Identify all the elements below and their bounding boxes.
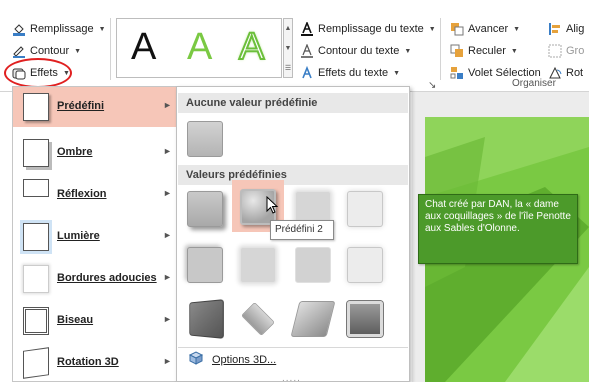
ribbon: Remplissage ▼ Contour ▼ Effets ▼ A A A ▲…	[0, 0, 589, 92]
chevron-down-icon: ▼	[74, 47, 82, 55]
chevron-right-icon: ►	[163, 230, 172, 240]
shape-fill-button[interactable]: Remplissage ▼	[12, 20, 106, 38]
menu-item-label: Prédéfini	[57, 100, 105, 112]
align-button[interactable]: Alig	[548, 20, 584, 38]
chevron-right-icon: ►	[163, 356, 172, 366]
text-outline-label: Contour du texte	[318, 45, 400, 57]
presets-heading: Valeurs prédéfinies	[178, 165, 408, 185]
preset-7-swatch[interactable]	[295, 247, 331, 283]
send-backward-label: Reculer	[468, 45, 506, 57]
chevron-right-icon: ►	[163, 314, 172, 324]
wordart-style-green[interactable]: A	[187, 23, 212, 71]
menu-item-preset[interactable]: Prédéfini ►	[13, 87, 177, 127]
preset-1-swatch[interactable]	[187, 191, 223, 227]
text-outline-icon	[300, 43, 314, 58]
preset-6-swatch[interactable]	[240, 247, 276, 283]
menu-item-reflection[interactable]: Réflexion ►	[13, 175, 177, 215]
preset-9-swatch[interactable]	[189, 299, 224, 339]
cube-icon	[188, 351, 204, 368]
text-fill-button[interactable]: Remplissage du texte ▼	[300, 20, 436, 38]
send-backward-icon	[450, 44, 464, 58]
preset-10-swatch[interactable]	[241, 302, 275, 336]
soft-edges-icon	[23, 265, 49, 293]
preset-5-swatch[interactable]	[187, 247, 223, 283]
shape-outline-label: Contour	[30, 45, 70, 57]
chevron-right-icon: ►	[163, 272, 172, 282]
slide-callout-text[interactable]: Chat créé par DAN, la « dame aux coquill…	[418, 194, 578, 264]
preset-icon	[23, 93, 49, 121]
preset-11-swatch[interactable]	[290, 301, 336, 337]
no-preset-heading: Aucune valeur prédéfinie	[178, 93, 408, 113]
options-3d-button[interactable]: Options 3D...	[178, 347, 408, 371]
reflection-icon	[23, 179, 49, 197]
annotation-circle	[4, 58, 72, 88]
chevron-down-icon: ▼	[404, 47, 412, 55]
menu-item-label: Biseau	[57, 314, 94, 326]
effects-menu: Prédéfini ► Ombre ► Réflexion ► Lumière …	[12, 86, 178, 382]
menu-item-glow[interactable]: Lumière ►	[13, 217, 177, 257]
chevron-down-icon: ▼	[393, 69, 401, 77]
menu-item-label: Rotation 3D	[57, 356, 119, 368]
shape-outline-button[interactable]: Contour ▼	[12, 42, 81, 60]
rotation-3d-icon	[23, 347, 49, 379]
wordart-styles-gallery[interactable]: A A A	[116, 18, 282, 78]
chevron-right-icon: ►	[163, 146, 172, 156]
chevron-down-icon: ▼	[98, 25, 106, 33]
text-fill-icon	[300, 20, 314, 36]
gallery-scroll[interactable]: ▲ ▼ ☰	[283, 18, 293, 78]
bring-forward-button[interactable]: Avancer ▼	[450, 20, 520, 38]
menu-item-label: Réflexion	[57, 188, 107, 200]
arrange-group-label: Organiser	[512, 78, 556, 89]
bevel-icon	[23, 307, 49, 335]
menu-item-shadow[interactable]: Ombre ►	[13, 133, 177, 173]
text-fill-label: Remplissage du texte	[318, 23, 424, 35]
menu-item-bevel[interactable]: Biseau ►	[13, 301, 177, 341]
shadow-icon	[23, 139, 49, 167]
wordart-style-black[interactable]: A	[131, 23, 156, 71]
paint-bucket-icon	[12, 22, 26, 36]
selection-pane-icon	[450, 66, 464, 80]
group-icon	[548, 44, 562, 58]
launcher-icon[interactable]: ↘	[428, 80, 436, 91]
preset-12-swatch[interactable]	[347, 301, 383, 337]
preset-tooltip: Prédéfini 2	[270, 220, 334, 240]
chevron-down-icon: ▼	[428, 25, 436, 33]
group-label: Gro	[566, 45, 585, 57]
group-button[interactable]: Gro	[548, 42, 584, 60]
menu-item-3d-rotation[interactable]: Rotation 3D ►	[13, 343, 177, 382]
chevron-down-icon: ▼	[513, 25, 521, 33]
resize-grip[interactable]: .....	[282, 373, 301, 382]
pencil-icon	[12, 44, 26, 58]
mouse-cursor-icon	[266, 196, 279, 214]
bring-forward-label: Avancer	[468, 23, 509, 35]
ribbon-divider	[440, 18, 441, 80]
align-label: Alig	[566, 23, 585, 35]
text-outline-button[interactable]: Contour du texte ▼	[300, 42, 411, 60]
ribbon-divider	[110, 18, 111, 80]
text-effects-icon	[300, 65, 314, 80]
gallery-more-icon[interactable]: ☰	[284, 59, 292, 79]
scroll-up-icon[interactable]: ▲	[284, 19, 292, 39]
menu-item-soft-edges[interactable]: Bordures adoucies ►	[13, 259, 177, 299]
options-3d-label: Options 3D...	[212, 353, 277, 366]
preset-none-swatch[interactable]	[187, 121, 223, 157]
preset-8-swatch[interactable]	[347, 247, 383, 283]
rotate-label: Rot	[566, 67, 584, 79]
send-backward-button[interactable]: Reculer ▼	[450, 42, 518, 60]
wordart-style-outline[interactable]: A	[238, 23, 265, 71]
text-effects-label: Effets du texte	[318, 67, 389, 79]
text-effects-button[interactable]: Effets du texte ▼	[300, 64, 400, 82]
menu-item-label: Ombre	[57, 146, 93, 158]
menu-item-label: Lumière	[57, 230, 100, 242]
preset-4-swatch[interactable]	[347, 191, 383, 227]
chevron-right-icon: ►	[163, 188, 172, 198]
chevron-right-icon: ►	[163, 100, 172, 110]
align-icon	[548, 22, 562, 36]
chevron-down-icon: ▼	[510, 47, 518, 55]
shape-fill-label: Remplissage	[30, 23, 94, 35]
glow-icon	[23, 223, 49, 251]
bring-forward-icon	[450, 22, 464, 36]
scroll-down-icon[interactable]: ▼	[284, 39, 292, 59]
menu-item-label: Bordures adoucies	[57, 272, 157, 284]
